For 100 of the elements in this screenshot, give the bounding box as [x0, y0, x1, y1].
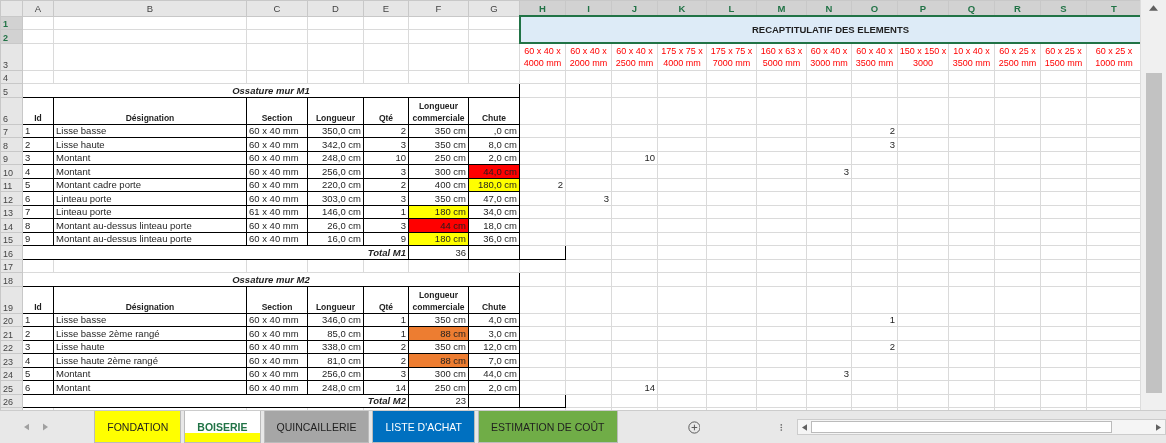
sheet-tab[interactable]: LISTE D'ACHAT	[372, 411, 475, 443]
row-header[interactable]: 19	[0, 286, 23, 313]
column-header[interactable]: T	[1086, 0, 1140, 16]
column-title: Section	[246, 97, 308, 124]
column-title: 60 x 40 x 3500 mm	[851, 43, 898, 70]
table-cell: 3	[22, 151, 54, 165]
table-cell: 1	[363, 326, 409, 340]
table-cell: 350 cm	[408, 124, 469, 138]
table-cell: 12,0 cm	[468, 340, 520, 354]
column-title: Longueur	[307, 286, 364, 313]
column-header[interactable]: J	[611, 0, 658, 16]
column-header[interactable]: M	[756, 0, 807, 16]
column-header[interactable]: A	[22, 0, 54, 16]
next-sheet-icon[interactable]	[43, 423, 49, 432]
scrollbar-thumb[interactable]	[1145, 73, 1162, 393]
sheet-tab[interactable]: BOISERIE	[184, 411, 261, 443]
horizontal-scrollbar[interactable]	[796, 419, 1166, 436]
sheet-tab[interactable]: QUINCAILLERIE	[263, 411, 370, 443]
table-cell: 2	[851, 124, 898, 138]
row-header[interactable]: 6	[0, 97, 23, 124]
table-cell: 9	[363, 232, 409, 246]
column-title: Section	[246, 286, 308, 313]
column-header[interactable]: B	[53, 0, 247, 16]
column-header[interactable]: I	[565, 0, 612, 16]
column-title: 60 x 40 x 3000 mm	[806, 43, 852, 70]
table-cell: 8	[22, 218, 54, 232]
table-cell: 60 x 40 mm	[246, 367, 308, 381]
table-cell: 2	[363, 353, 409, 367]
table-cell: 44,0 cm	[468, 367, 520, 381]
sheet-tab[interactable]: ESTIMATION DE COÛT	[477, 411, 618, 443]
table-cell: 256,0 cm	[307, 164, 364, 178]
previous-sheet-icon[interactable]	[24, 423, 30, 432]
table-cell: 3,0 cm	[468, 326, 520, 340]
table-cell: 8,0 cm	[468, 137, 520, 151]
table-cell: Montant	[53, 151, 247, 165]
table-cell: 346,0 cm	[307, 313, 364, 327]
table-cell: 85,0 cm	[307, 326, 364, 340]
column-header[interactable]: K	[657, 0, 707, 16]
column-header[interactable]: H	[519, 0, 566, 16]
table-cell: Linteau porte	[53, 205, 247, 219]
table-cell: 61 x 40 mm	[246, 205, 308, 219]
table-cell: 2	[363, 124, 409, 138]
table-title: Ossature mur M1	[22, 83, 520, 97]
row-header[interactable]: 3	[0, 43, 23, 70]
table-cell: 3	[363, 164, 409, 178]
sheet-tab[interactable]: FONDATION	[94, 411, 182, 443]
table-cell: 2	[363, 178, 409, 192]
table-cell: Lisse basse 2ème rangé	[53, 326, 247, 340]
table-cell: 5	[22, 367, 54, 381]
table-cell: 300 cm	[408, 367, 469, 381]
table-cell: 250 cm	[408, 151, 469, 165]
table-cell: Linteau porte	[53, 191, 247, 205]
column-title: Désignation	[53, 97, 247, 124]
scroll-right-icon[interactable]	[1156, 423, 1161, 431]
table-cell: 81,0 cm	[307, 353, 364, 367]
column-title: Chute	[468, 286, 520, 313]
table-cell: Lisse haute	[53, 340, 247, 354]
table-cell: 303,0 cm	[307, 191, 364, 205]
more-icon[interactable]	[780, 421, 783, 433]
table-cell: ,0 cm	[468, 124, 520, 138]
column-header[interactable]: N	[806, 0, 852, 16]
table-cell: 248,0 cm	[307, 380, 364, 394]
vertical-scrollbar[interactable]	[1140, 0, 1166, 411]
column-header[interactable]: C	[246, 0, 308, 16]
column-header[interactable]: R	[994, 0, 1041, 16]
table-cell: 3	[851, 137, 898, 151]
column-header[interactable]: E	[363, 0, 409, 16]
column-header[interactable]: D	[307, 0, 364, 16]
column-header[interactable]: S	[1040, 0, 1087, 16]
column-header[interactable]: L	[706, 0, 757, 16]
scroll-left-icon[interactable]	[801, 423, 807, 431]
column-header[interactable]: O	[851, 0, 898, 16]
table-cell: Montant au-dessus linteau porte	[53, 232, 247, 246]
table-cell: 60 x 40 mm	[246, 353, 308, 367]
column-header[interactable]: Q	[948, 0, 995, 16]
table-cell: 250 cm	[408, 380, 469, 394]
scroll-up-icon[interactable]	[1149, 5, 1158, 11]
table-cell: 3	[22, 340, 54, 354]
table-cell: 7	[22, 205, 54, 219]
table-cell: 60 x 40 mm	[246, 218, 308, 232]
column-title: 60 x 25 x 1500 mm	[1040, 43, 1087, 70]
column-title: 60 x 40 x 4000 mm	[519, 43, 566, 70]
add-icon[interactable]	[687, 419, 701, 435]
table-cell: 2	[519, 178, 566, 192]
table-cell: 1	[22, 124, 54, 138]
scrollbar-thumb[interactable]	[810, 421, 1112, 434]
table-cell: 36	[408, 245, 469, 259]
column-header[interactable]: G	[468, 0, 520, 16]
table-cell: 3	[806, 367, 852, 381]
section-title: RECAPTITULATIF DES ELEMENTS	[519, 16, 1140, 43]
column-title: Longueur commerciale	[408, 286, 469, 313]
column-header[interactable]: F	[408, 0, 469, 16]
table-cell: 9	[22, 232, 54, 246]
table-cell: 1	[363, 205, 409, 219]
table-cell: 3	[363, 191, 409, 205]
column-title: 150 x 150 x 3000	[897, 43, 949, 70]
column-header[interactable]: P	[897, 0, 949, 16]
column-title: Id	[22, 286, 54, 313]
table-cell: 23	[408, 394, 469, 408]
table-cell: 2	[22, 326, 54, 340]
